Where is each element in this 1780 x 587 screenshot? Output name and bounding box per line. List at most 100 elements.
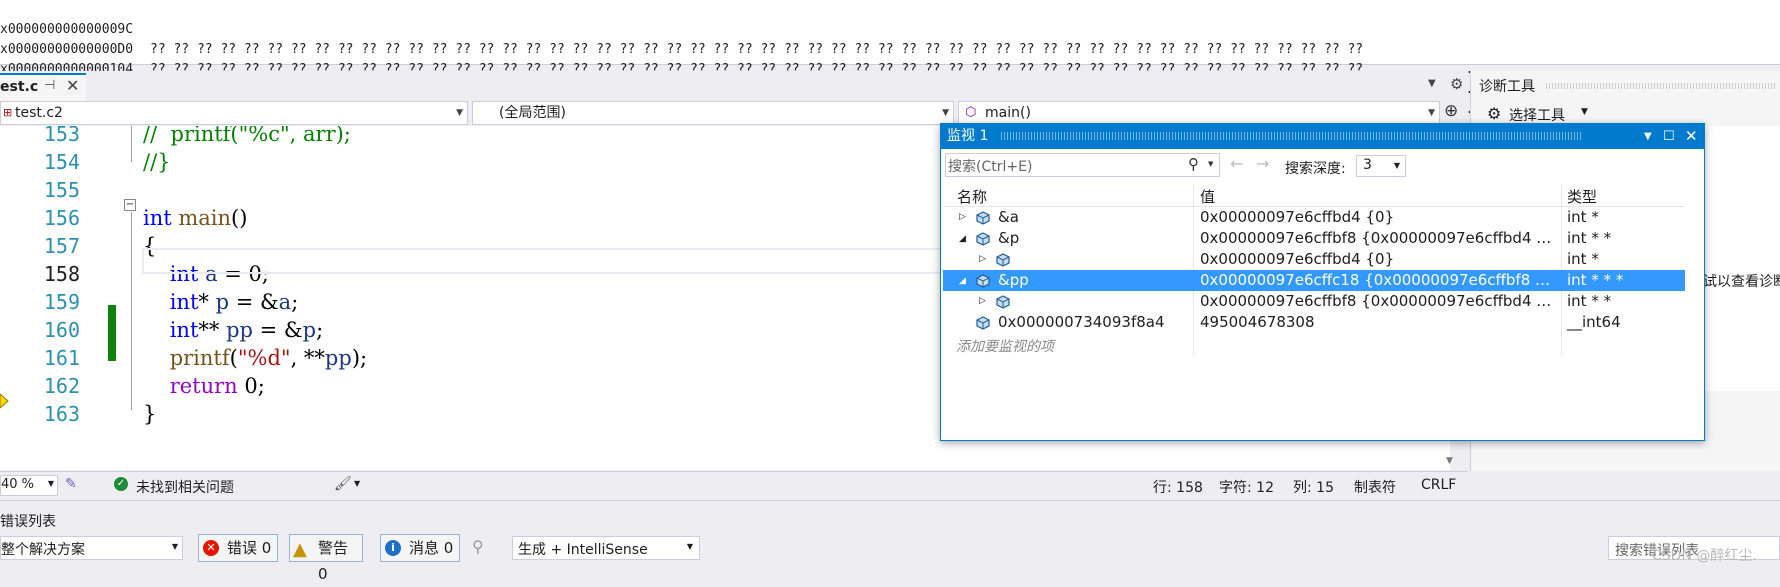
watermark: CSDN @醉红尘. (1652, 548, 1757, 564)
file-dropdown-value: test.c2 (15, 105, 63, 121)
messages-count: 消息 0 (409, 539, 454, 557)
close-icon[interactable]: ✕ (66, 76, 79, 95)
warnings-filter-button[interactable]: ▲ 警告 0 (289, 534, 363, 583)
pin-icon[interactable]: ⊣ (44, 78, 55, 93)
code-line[interactable]: int main() (143, 204, 247, 232)
arrow-right-icon[interactable]: → (1256, 154, 1269, 173)
code-token: int (169, 318, 199, 342)
eol-indicator[interactable]: CRLF (1421, 477, 1456, 493)
code-line[interactable]: //} (143, 148, 171, 176)
messages-filter-button[interactable]: i 消息 0 (380, 534, 460, 562)
chevron-down-icon[interactable]: ▼ (354, 479, 360, 488)
tab-overflow-icon[interactable]: ▼ (1428, 78, 1436, 89)
memory-row[interactable]: x00000000000000D0 ?? ?? ?? ?? ?? ?? ?? ?… (0, 20, 1780, 97)
code-line[interactable]: } (143, 400, 156, 428)
search-depth-dropdown[interactable]: 3 ▼ (1356, 155, 1406, 177)
editor-status-bar: 40 % ▼ ✎ ✓ 未找到相关问题 🖌 ▼ 行: 158 字符: 12 列: … (0, 471, 1468, 500)
chevron-down-icon: ▼ (942, 108, 949, 118)
expand-icon[interactable]: ▷ (979, 249, 986, 270)
code-line[interactable]: int* p = &a; (143, 288, 299, 316)
watch-value: 0x00000097e6cffbd4 {0} (1200, 250, 1395, 268)
watch-title-bar[interactable]: 监视 1 ▼ ☐ ✕ (941, 124, 1704, 149)
line-number: 161 (43, 346, 80, 370)
line-number: 156 (43, 206, 80, 230)
line-number: 162 (43, 374, 80, 398)
code-line[interactable]: return 0; (143, 372, 265, 400)
watch-row[interactable]: ◢ &pp 0x00000097e6cffc18 {0x00000097e6cffb… (943, 270, 1685, 291)
memory-row[interactable]: x000000000000009C ?? ?? ?? ?? ?? ?? ?? ?… (0, 0, 1780, 77)
tabs-indicator[interactable]: 制表符 (1354, 477, 1396, 497)
zoom-dropdown[interactable]: 40 % ▼ (0, 475, 58, 496)
watch-type: int * * (1567, 292, 1612, 310)
close-icon[interactable]: ✕ (1685, 124, 1698, 149)
watch-name: &pp (998, 271, 1029, 289)
chevron-down-icon: ▼ (1581, 107, 1588, 117)
code-token: } (143, 402, 157, 426)
memory-row[interactable]: x0000000000000104 ?? ?? ?? ?? ?? ?? ?? ?… (0, 40, 1780, 117)
tab-label: est.c (0, 79, 39, 95)
arrow-left-icon[interactable]: ← (1230, 154, 1243, 173)
add-watch-item[interactable]: 添加要监视的项 (956, 336, 1054, 356)
scroll-down-icon[interactable]: ▼ (1446, 456, 1453, 466)
filter-icon[interactable]: ⚲ (472, 537, 484, 556)
column-header-type[interactable]: 类型 (1567, 186, 1597, 207)
variable-icon (975, 231, 991, 246)
code-token: int (143, 206, 172, 230)
char-indicator: 字符: 12 (1219, 480, 1274, 496)
collapse-icon[interactable]: ◢ (959, 229, 966, 250)
split-view-icon[interactable]: ⊕ (1444, 101, 1458, 121)
build-filter-value: 生成 + IntelliSense (518, 542, 648, 558)
brush-icon[interactable]: 🖌 (334, 476, 352, 492)
maximize-icon[interactable]: ☐ (1663, 124, 1675, 149)
watch-row[interactable]: ▷ 0x00000097e6cffbf8 {0x00000097e6cffbd4 … (943, 291, 1685, 312)
watch-search-input[interactable]: 搜索(Ctrl+E) ⚲ ▼ (945, 153, 1220, 177)
column-header-value[interactable]: 值 (1200, 186, 1215, 207)
errors-filter-button[interactable]: ✕ 错误 0 (198, 534, 278, 562)
intellicode-icon[interactable]: ✎ (65, 476, 77, 492)
watch-value: 495004678308 (1200, 313, 1315, 331)
chevron-down-icon[interactable]: ▼ (1208, 160, 1213, 168)
watch-row[interactable]: ▷ 0x00000097e6cffbd4 {0} int * (943, 249, 1685, 270)
member-dropdown[interactable]: ⬡ main() ▼ (958, 101, 1440, 125)
chevron-down-icon[interactable]: ▼ (1644, 124, 1652, 149)
code-line[interactable]: int** pp = &p; (143, 316, 323, 344)
watch-row[interactable]: ◢ &p 0x00000097e6cffbf8 {0x00000097e6cffbd… (943, 228, 1685, 249)
watch-name: &p (998, 229, 1020, 247)
code-line[interactable]: // printf("%c", arr); (143, 126, 351, 148)
variable-icon (995, 252, 1011, 267)
search-icon[interactable]: ⚲ (1188, 155, 1199, 173)
error-icon: ✕ (203, 540, 219, 556)
collapse-icon[interactable]: ◢ (959, 271, 966, 292)
fold-guide (131, 212, 133, 410)
watch-row[interactable]: 0x000000734093f8a4 495004678308 __int64 (943, 312, 1685, 333)
line-number: 159 (43, 290, 80, 314)
select-tool-button[interactable]: 选择工具 (1509, 105, 1565, 125)
issues-status[interactable]: 未找到相关问题 (136, 477, 234, 497)
scope-filter-value: 整个解决方案 (1, 542, 85, 558)
code-token: = & (229, 290, 279, 314)
watch-row[interactable]: ▷ &a 0x00000097e6cffbd4 {0} int * (943, 207, 1685, 228)
code-token: = & (252, 318, 303, 342)
code-token: // printf("%c", arr); (143, 126, 351, 146)
gear-icon[interactable]: ⚙ (1450, 75, 1463, 93)
col-indicator: 列: 15 (1293, 480, 1334, 496)
title-drag-grip (1001, 132, 1581, 140)
scope-dropdown-value: (全局范围) (499, 105, 566, 121)
scope-dropdown[interactable]: (全局范围) ▼ (472, 101, 954, 125)
code-token: () (231, 206, 248, 230)
collapse-icon[interactable]: − (124, 199, 136, 211)
tab-test-c[interactable]: est.c ⊣ ✕ (0, 73, 86, 103)
scope-filter-dropdown[interactable]: 整个解决方案 ▼ (0, 536, 183, 560)
code-line[interactable]: printf("%d", **pp); (143, 344, 367, 372)
expand-icon[interactable]: ▷ (959, 207, 966, 228)
panel-drag-grip[interactable] (1546, 83, 1776, 89)
build-filter-dropdown[interactable]: 生成 + IntelliSense ▼ (512, 536, 700, 560)
column-header-name[interactable]: 名称 (957, 186, 987, 207)
chevron-down-icon: ▼ (1428, 108, 1435, 118)
gear-icon: ⚙ (1487, 104, 1502, 123)
expand-icon[interactable]: ▷ (979, 291, 986, 312)
watch-name: 0x000000734093f8a4 (998, 313, 1165, 331)
code-token: ; (316, 318, 324, 342)
file-dropdown[interactable]: ⊞ test.c2 ▼ (0, 101, 468, 125)
